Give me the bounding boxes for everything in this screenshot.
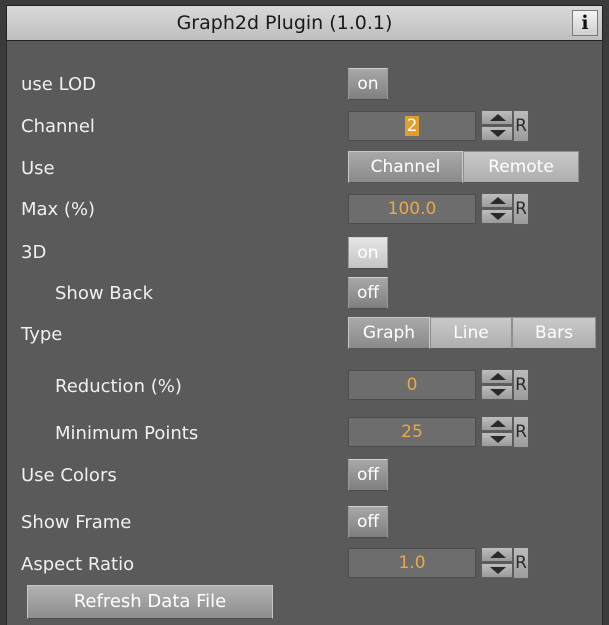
- type-label: Type: [21, 324, 63, 345]
- decrement-icon[interactable]: [481, 126, 513, 141]
- decrement-icon[interactable]: [481, 385, 513, 400]
- max-label: Max (%): [21, 199, 96, 220]
- min-points-reset-button[interactable]: R: [513, 416, 529, 448]
- panel-title: Graph2d Plugin (1.0.1): [176, 12, 393, 34]
- decrement-icon[interactable]: [481, 563, 513, 578]
- decrement-icon[interactable]: [481, 432, 513, 447]
- use-colors-toggle[interactable]: off: [348, 459, 388, 491]
- reduction-reset-button[interactable]: R: [513, 369, 529, 401]
- channel-reset-button[interactable]: R: [513, 110, 529, 142]
- max-stepper[interactable]: [481, 193, 513, 225]
- show-frame-toggle[interactable]: off: [348, 506, 388, 538]
- use-lod-toggle[interactable]: on: [348, 68, 388, 100]
- reduction-stepper[interactable]: [481, 369, 513, 401]
- channel-value: 2: [404, 116, 420, 136]
- channel-label: Channel: [21, 116, 95, 137]
- reduction-label: Reduction (%): [55, 376, 182, 397]
- increment-icon[interactable]: [481, 369, 513, 384]
- use-label: Use: [21, 158, 55, 179]
- type-option-line[interactable]: Line: [430, 317, 512, 349]
- aspect-ratio-reset-button[interactable]: R: [513, 547, 529, 579]
- max-input[interactable]: 100.0: [348, 194, 476, 224]
- min-points-label: Minimum Points: [55, 423, 199, 444]
- info-icon[interactable]: i: [572, 10, 598, 36]
- use-option-channel[interactable]: Channel: [348, 151, 463, 183]
- show-back-label: Show Back: [55, 283, 153, 304]
- increment-icon[interactable]: [481, 416, 513, 431]
- channel-stepper[interactable]: [481, 110, 513, 142]
- max-reset-button[interactable]: R: [513, 193, 529, 225]
- channel-input[interactable]: 2: [348, 111, 476, 141]
- increment-icon[interactable]: [481, 193, 513, 208]
- min-points-stepper[interactable]: [481, 416, 513, 448]
- aspect-ratio-input[interactable]: 1.0: [348, 548, 476, 578]
- type-option-graph[interactable]: Graph: [348, 317, 430, 349]
- decrement-icon[interactable]: [481, 209, 513, 224]
- show-frame-label: Show Frame: [21, 512, 132, 533]
- reduction-input[interactable]: 0: [348, 370, 476, 400]
- use-colors-label: Use Colors: [21, 465, 117, 486]
- aspect-ratio-stepper[interactable]: [481, 547, 513, 579]
- plugin-panel: Graph2d Plugin (1.0.1) i use LOD on Chan…: [0, 0, 609, 625]
- increment-icon[interactable]: [481, 547, 513, 562]
- three-d-toggle[interactable]: on: [348, 237, 388, 269]
- increment-icon[interactable]: [481, 110, 513, 125]
- three-d-label: 3D: [21, 242, 47, 263]
- use-lod-label: use LOD: [21, 74, 96, 95]
- aspect-ratio-label: Aspect Ratio: [21, 554, 135, 575]
- refresh-data-file-button[interactable]: Refresh Data File: [27, 585, 273, 619]
- show-back-toggle[interactable]: off: [348, 277, 388, 309]
- parameters-area: use LOD on Channel 2 R Use Channel Remot…: [6, 41, 603, 625]
- type-option-bars[interactable]: Bars: [512, 317, 596, 349]
- min-points-input[interactable]: 25: [348, 417, 476, 447]
- title-bar: Graph2d Plugin (1.0.1) i: [6, 5, 603, 41]
- use-option-remote[interactable]: Remote: [463, 151, 579, 183]
